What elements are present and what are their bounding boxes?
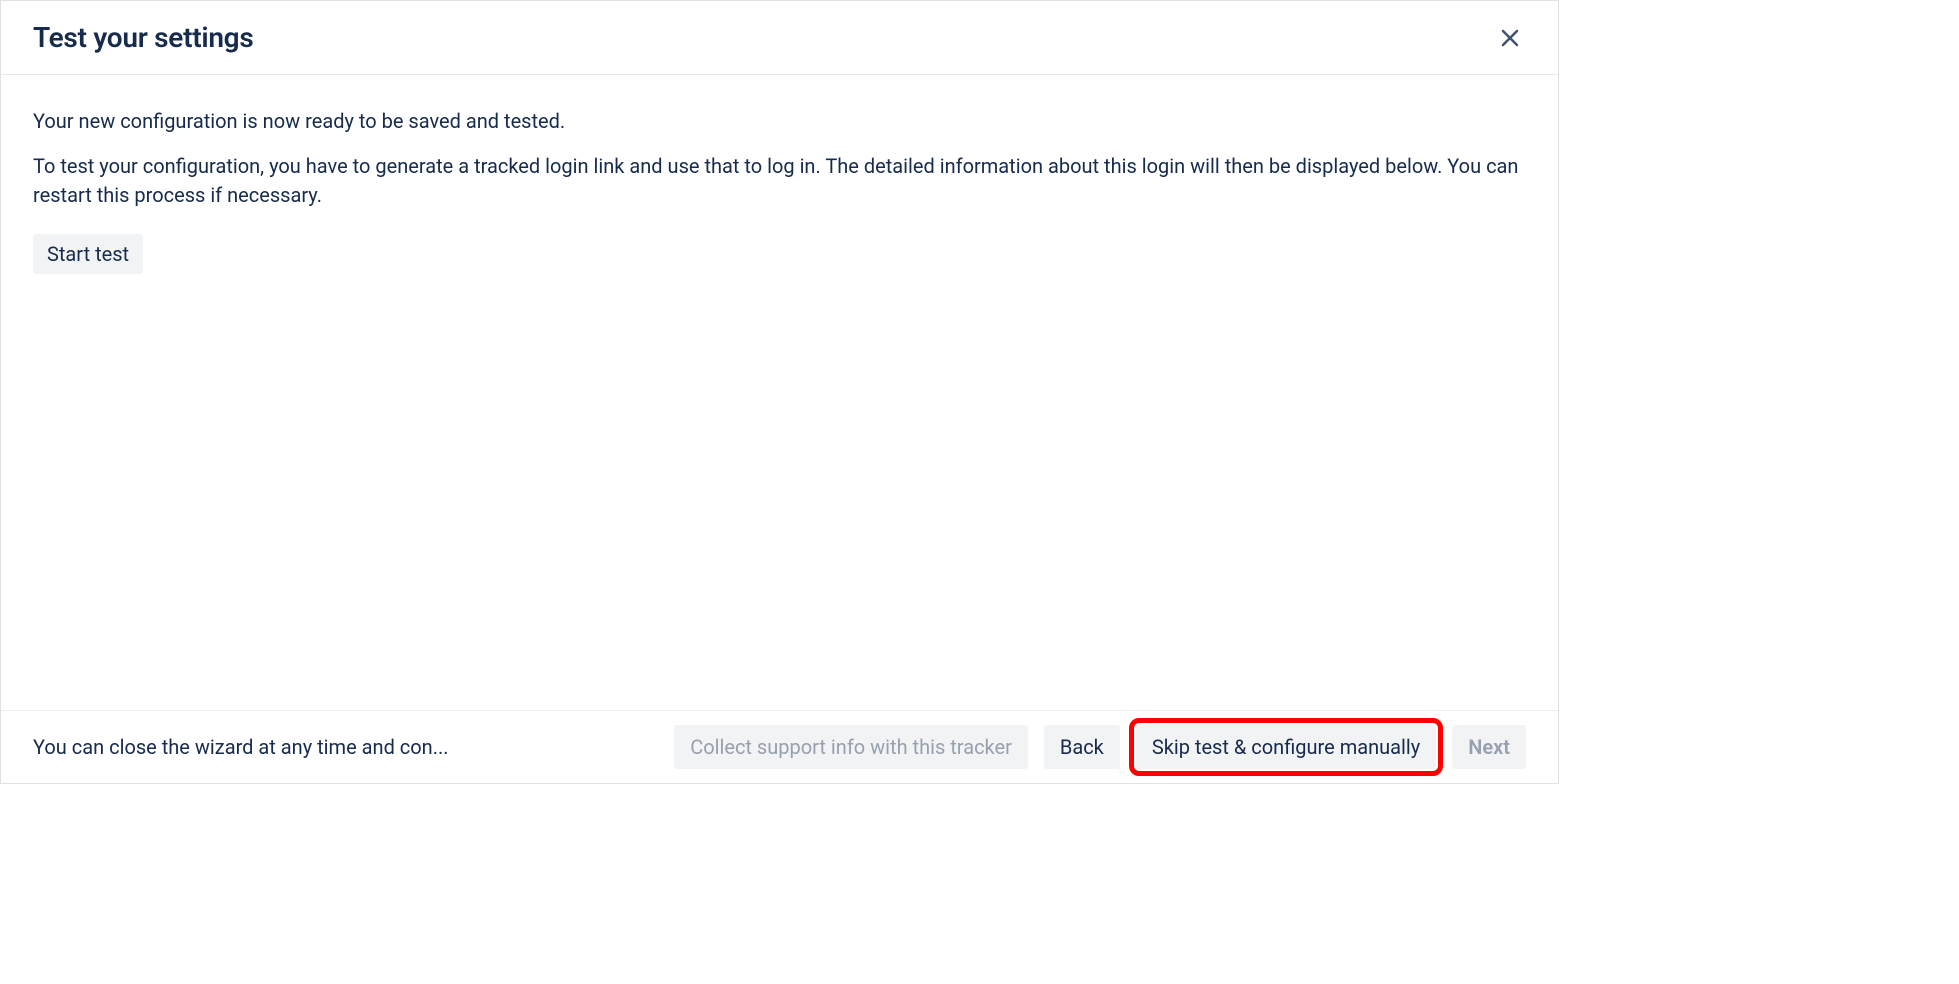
dialog-title: Test your settings — [33, 21, 253, 54]
skip-test-configure-manually-button[interactable]: Skip test & configure manually — [1136, 725, 1436, 769]
dialog-footer: You can close the wizard at any time and… — [1, 710, 1558, 783]
intro-paragraph-2: To test your configuration, you have to … — [33, 152, 1526, 210]
dialog-header: Test your settings — [1, 1, 1558, 75]
intro-paragraph-1: Your new configuration is now ready to b… — [33, 107, 1526, 136]
next-button[interactable]: Next — [1452, 725, 1526, 769]
start-test-button[interactable]: Start test — [33, 234, 143, 274]
collect-support-info-button[interactable]: Collect support info with this tracker — [674, 725, 1028, 769]
footer-note: You can close the wizard at any time and… — [33, 735, 449, 759]
settings-test-dialog: Test your settings Your new configuratio… — [0, 0, 1559, 784]
close-icon — [1498, 26, 1522, 50]
close-button[interactable] — [1494, 22, 1526, 54]
dialog-body: Your new configuration is now ready to b… — [1, 75, 1558, 710]
back-button[interactable]: Back — [1044, 725, 1120, 769]
